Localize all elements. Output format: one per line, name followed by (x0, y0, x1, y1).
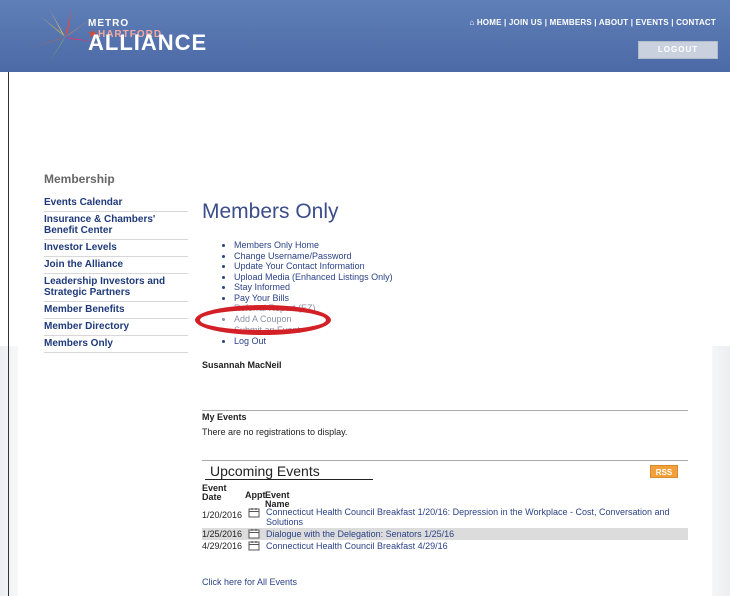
sidebar-item-leadership-investors[interactable]: Leadership Investors and Strategic Partn… (44, 274, 188, 302)
col-header-date: Event Date (202, 483, 227, 502)
sidebar-item-investor-levels[interactable]: Investor Levels (44, 240, 188, 257)
sidebar-item-insurance-benefit-center[interactable]: Insurance & Chambers' Benefit Center (44, 212, 188, 240)
menu-item-upload-media[interactable]: Upload Media (Enhanced Listings Only) (234, 272, 393, 283)
calendar-appointment-icon[interactable] (248, 529, 260, 539)
logo-title: ALLIANCE (88, 30, 208, 55)
event-date: 1/20/2016 (202, 510, 243, 520)
top-navigation[interactable]: ⌂ HOME | JOIN US | MEMBERS | ABOUT | EVE… (469, 18, 716, 27)
event-name-link[interactable]: Connecticut Health Council Breakfast 4/2… (266, 541, 688, 551)
left-border (8, 72, 9, 596)
menu-item-stay-informed[interactable]: Stay Informed (234, 282, 393, 293)
calendar-appointment-icon[interactable] (248, 541, 260, 551)
logout-button[interactable]: LOGOUT (638, 41, 718, 59)
col-header-appt: Appt (245, 490, 266, 500)
sidebar-nav: Events Calendar Insurance & Chambers' Be… (44, 195, 188, 353)
event-name-link[interactable]: Dialogue with the Delegation: Senators 1… (266, 529, 688, 539)
calendar-appointment-icon[interactable] (248, 508, 260, 518)
rss-button[interactable]: RSS (650, 465, 678, 478)
metro-hartford-alliance-logo[interactable]: METRO ★HARTFORD ALLIANCE (30, 8, 206, 66)
divider (202, 460, 688, 461)
menu-item-members-only-home[interactable]: Members Only Home (234, 240, 393, 251)
sidebar-item-member-directory[interactable]: Member Directory (44, 319, 188, 336)
events-table: 1/20/2016 Connecticut Health Council Bre… (202, 506, 688, 552)
highlight-ellipse-annotation (195, 305, 331, 335)
page-title: Members Only (202, 200, 339, 223)
table-row: 4/29/2016 Connecticut Health Council Bre… (202, 540, 688, 552)
all-events-link[interactable]: Click here for All Events (202, 577, 297, 587)
menu-item-log-out[interactable]: Log Out (234, 336, 393, 347)
title-underline (205, 479, 373, 480)
sidebar-item-member-benefits[interactable]: Member Benefits (44, 302, 188, 319)
menu-item-pay-your-bills[interactable]: Pay Your Bills (234, 293, 393, 304)
menu-item-update-contact-info[interactable]: Update Your Contact Information (234, 261, 393, 272)
user-name: Susannah MacNeil (202, 360, 282, 370)
divider (202, 410, 688, 411)
upcoming-events-title: Upcoming Events (210, 463, 320, 479)
menu-item-change-username-password[interactable]: Change Username/Password (234, 251, 393, 262)
event-date: 4/29/2016 (202, 541, 243, 551)
sidebar-item-join-the-alliance[interactable]: Join the Alliance (44, 257, 188, 274)
sidebar-item-members-only[interactable]: Members Only (44, 336, 188, 353)
sidebar-item-events-calendar[interactable]: Events Calendar (44, 195, 188, 212)
table-row: 1/25/2016 Dialogue with the Delegation: … (202, 528, 688, 540)
my-events-heading: My Events (202, 412, 247, 422)
event-name-link[interactable]: Connecticut Health Council Breakfast 1/2… (266, 507, 688, 527)
sidebar-title: Membership (44, 172, 115, 186)
event-date: 1/25/2016 (202, 529, 243, 539)
content-background (18, 346, 712, 596)
my-events-empty-message: There are no registrations to display. (202, 427, 348, 437)
site-header: METRO ★HARTFORD ALLIANCE ⌂ HOME | JOIN U… (0, 0, 730, 72)
table-row: 1/20/2016 Connecticut Health Council Bre… (202, 506, 688, 528)
